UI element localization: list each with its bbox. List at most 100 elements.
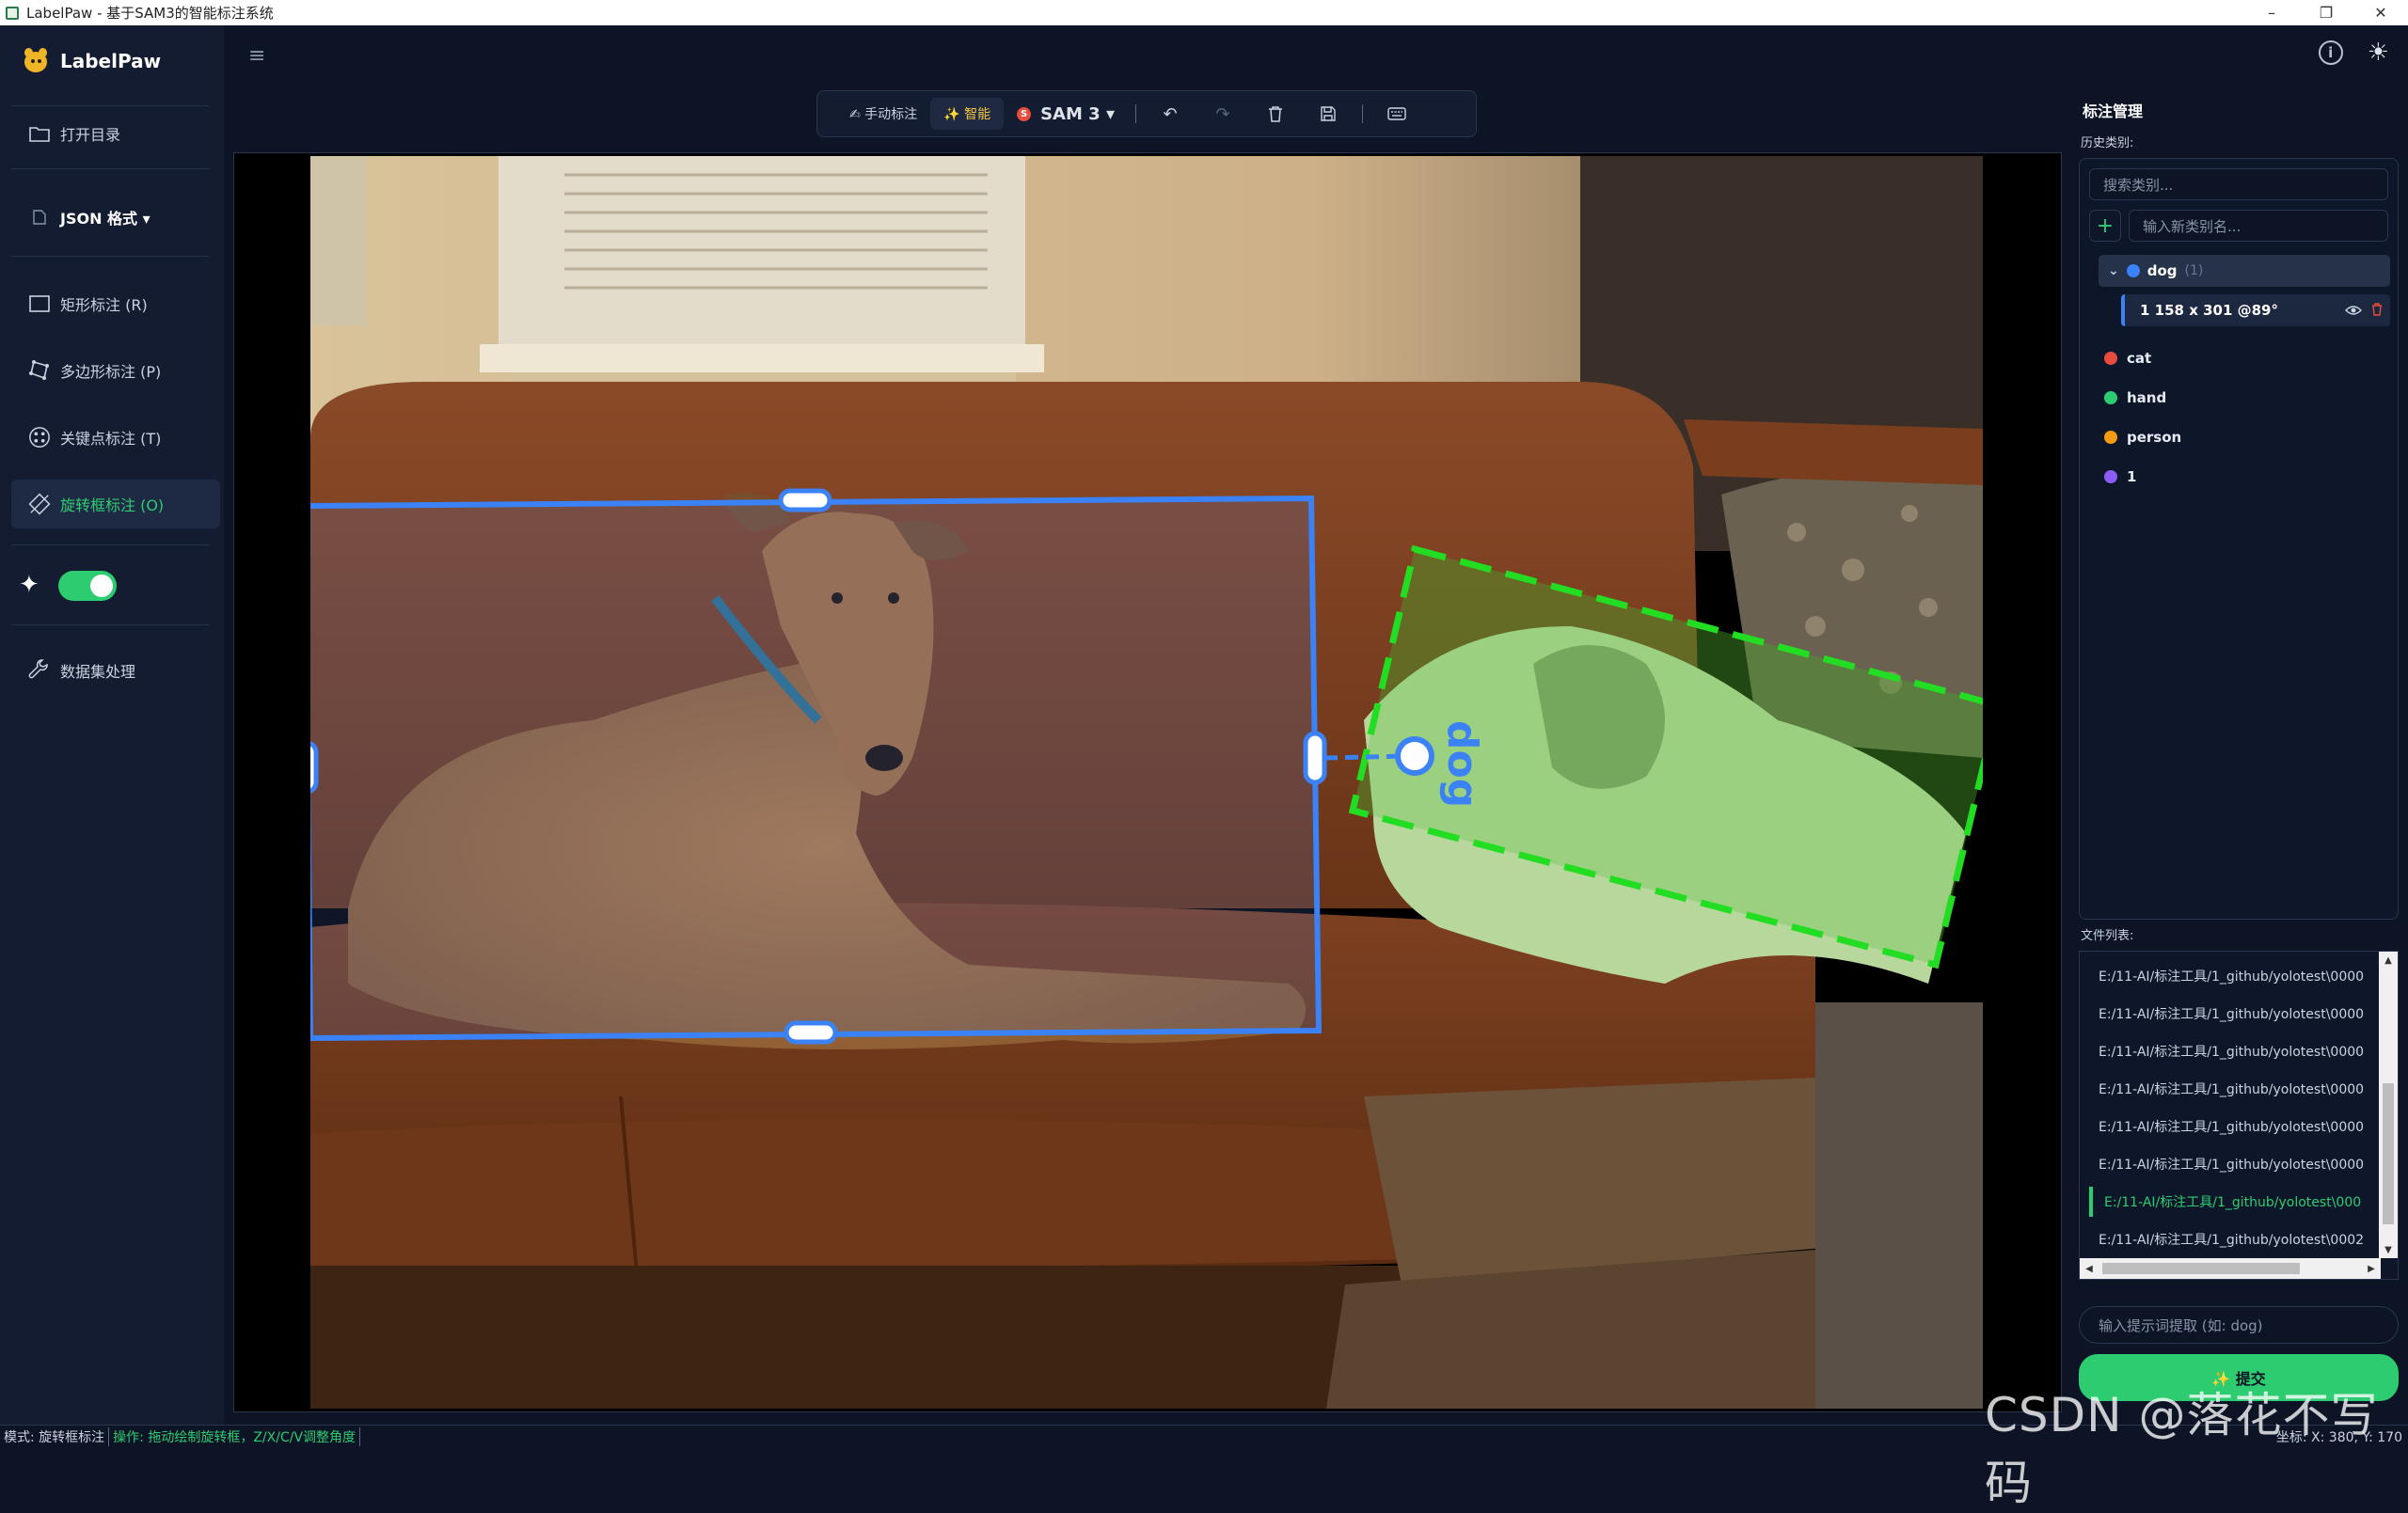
divider	[11, 256, 209, 257]
file-item[interactable]: E:/11-AI/标注工具/1_github/yolotest\0000	[2089, 1036, 2375, 1066]
trash-icon[interactable]	[2371, 302, 2383, 320]
window-controls: – ❐ ✕	[2244, 0, 2408, 25]
tool-rotated-box-label: 旋转框标注 (O)	[60, 496, 165, 514]
format-selector[interactable]: JSON 格式 ▾	[11, 193, 220, 242]
divider	[11, 624, 209, 625]
info-icon[interactable]: i	[2318, 40, 2343, 65]
class-count: (1)	[2184, 263, 2204, 278]
model-selector[interactable]: S SAM 3 ▾	[1004, 98, 1128, 130]
eye-icon[interactable]	[2345, 302, 2362, 320]
class-name: hand	[2127, 389, 2167, 406]
scroll-down-icon[interactable]: ▼	[2379, 1241, 2398, 1258]
panel-title: 标注管理	[2083, 102, 2144, 120]
class-row-person[interactable]: person	[2104, 422, 2181, 452]
sparkle-icon: ✦	[19, 571, 40, 599]
manual-mode-button[interactable]: ✍ 手动标注	[836, 98, 930, 130]
file-list: E:/11-AI/标注工具/1_github/yolotest\0000 E:/…	[2079, 951, 2399, 1280]
instance-row[interactable]: 1 158 x 301 @89°	[2121, 294, 2390, 326]
delete-icon[interactable]	[1259, 98, 1291, 130]
image-view[interactable]: dog	[310, 156, 1983, 1409]
annotation-panel: 标注管理 历史类别: 搜索类别... + 输入新类别名... ⌄ dog (1)…	[2069, 84, 2408, 1425]
scroll-thumb[interactable]	[2383, 1083, 2394, 1224]
ai-assist-toggle[interactable]	[58, 571, 117, 601]
tool-polygon-label: 多边形标注 (P)	[60, 363, 162, 381]
open-directory-button[interactable]: 打开目录	[11, 109, 220, 158]
file-item[interactable]: E:/11-AI/标注工具/1_github/yolotest\0000	[2089, 1111, 2375, 1142]
file-item[interactable]: E:/11-AI/标注工具/1_github/yolotest\0000	[2089, 1074, 2375, 1104]
minimize-button[interactable]: –	[2244, 0, 2299, 25]
class-color-dot	[2104, 352, 2117, 365]
rotated-box-icon	[28, 493, 51, 515]
window-title: LabelPaw - 基于SAM3的智能标注系统	[26, 5, 274, 22]
chevron-down-icon[interactable]: ⌄	[2108, 263, 2119, 278]
app-icon	[6, 6, 19, 20]
format-label: JSON 格式 ▾	[60, 210, 150, 228]
scroll-left-icon[interactable]: ◀	[2080, 1258, 2099, 1279]
tool-keypoint-label: 关键点标注 (T)	[60, 430, 162, 448]
polygon-icon	[28, 359, 51, 382]
scroll-thumb[interactable]	[2102, 1263, 2300, 1274]
class-name: 1	[2127, 468, 2137, 485]
divider	[11, 544, 209, 545]
class-row-dog[interactable]: ⌄ dog (1)	[2099, 255, 2390, 287]
save-icon[interactable]	[1312, 98, 1344, 130]
file-item[interactable]: E:/11-AI/标注工具/1_github/yolotest\0000	[2089, 1149, 2375, 1179]
horizontal-scrollbar[interactable]: ◀ ▶	[2080, 1258, 2381, 1279]
class-row-1[interactable]: 1	[2104, 462, 2136, 492]
maximize-button[interactable]: ❐	[2299, 0, 2353, 25]
class-name: person	[2127, 429, 2182, 446]
box-label-text: dog	[1438, 720, 1486, 808]
new-class-input[interactable]: 输入新类别名...	[2129, 210, 2388, 242]
tool-rotated-box[interactable]: 旋转框标注 (O)	[11, 480, 220, 528]
dataset-processing-label: 数据集处理	[60, 663, 136, 681]
model-badge-icon: S	[1017, 106, 1032, 121]
theme-toggle-icon[interactable]: ☀	[2368, 40, 2389, 65]
divider	[1361, 104, 1363, 123]
vertical-scrollbar[interactable]: ▲ ▼	[2379, 952, 2398, 1258]
file-list-label: 文件列表:	[2081, 929, 2134, 943]
app-name: LabelPaw	[60, 50, 162, 72]
menu-icon[interactable]: ≡	[248, 44, 265, 68]
keypoint-icon	[28, 426, 51, 449]
class-color-dot	[2104, 431, 2117, 444]
scroll-right-icon[interactable]: ▶	[2362, 1258, 2381, 1279]
add-class-button[interactable]: +	[2089, 210, 2121, 242]
wrench-icon	[28, 659, 51, 682]
watermark: CSDN @落花不写码	[1985, 1388, 2379, 1510]
tool-rectangle[interactable]: 矩形标注 (R)	[11, 279, 220, 328]
class-color-dot	[2104, 470, 2117, 483]
class-search-input[interactable]: 搜索类别...	[2089, 168, 2388, 200]
file-item[interactable]: E:/11-AI/标注工具/1_github/yolotest\0002	[2089, 1224, 2375, 1254]
prompt-input[interactable]: 输入提示词提取 (如: dog)	[2079, 1306, 2399, 1344]
model-label: SAM 3 ▾	[1040, 103, 1115, 124]
tool-keypoint[interactable]: 关键点标注 (T)	[11, 413, 220, 462]
dataset-processing-button[interactable]: 数据集处理	[11, 646, 220, 695]
class-color-dot	[2104, 391, 2117, 404]
class-name: dog	[2147, 262, 2178, 279]
close-button[interactable]: ✕	[2353, 0, 2408, 25]
class-row-hand[interactable]: hand	[2104, 383, 2166, 413]
divider	[11, 105, 209, 106]
rectangle-icon	[28, 292, 51, 315]
redo-icon[interactable]: ↷	[1207, 98, 1239, 130]
document-icon	[28, 206, 51, 229]
class-list-box: 搜索类别... + 输入新类别名... ⌄ dog (1) 1 158 x 30…	[2079, 158, 2399, 920]
file-item-current[interactable]: E:/11-AI/标注工具/1_github/yolotest\000	[2089, 1187, 2375, 1217]
header-bar: ≡ i ☀	[224, 25, 2408, 84]
toggle-knob	[90, 575, 113, 597]
smart-mode-button[interactable]: ✨ 智能	[930, 98, 1005, 130]
class-color-dot	[2126, 264, 2140, 277]
tool-polygon[interactable]: 多边形标注 (P)	[11, 346, 220, 395]
keyboard-icon[interactable]	[1381, 98, 1413, 130]
file-item[interactable]: E:/11-AI/标注工具/1_github/yolotest\0000	[2089, 999, 2375, 1029]
undo-icon[interactable]: ↶	[1154, 98, 1186, 130]
app-logo: LabelPaw	[21, 46, 161, 76]
instance-info: 1 158 x 301 @89°	[2140, 302, 2278, 319]
paw-logo-icon	[21, 46, 51, 76]
class-row-cat[interactable]: cat	[2104, 343, 2151, 373]
status-hint: 操作: 拖动绘制旋转框，Z/X/C/V调整角度	[109, 1427, 361, 1446]
canvas-toolbar: ✍ 手动标注 ✨ 智能 S SAM 3 ▾ ↶ ↷	[816, 90, 1477, 137]
tool-rectangle-label: 矩形标注 (R)	[60, 296, 148, 314]
scroll-up-icon[interactable]: ▲	[2379, 952, 2398, 969]
file-item[interactable]: E:/11-AI/标注工具/1_github/yolotest\0000	[2089, 961, 2375, 991]
